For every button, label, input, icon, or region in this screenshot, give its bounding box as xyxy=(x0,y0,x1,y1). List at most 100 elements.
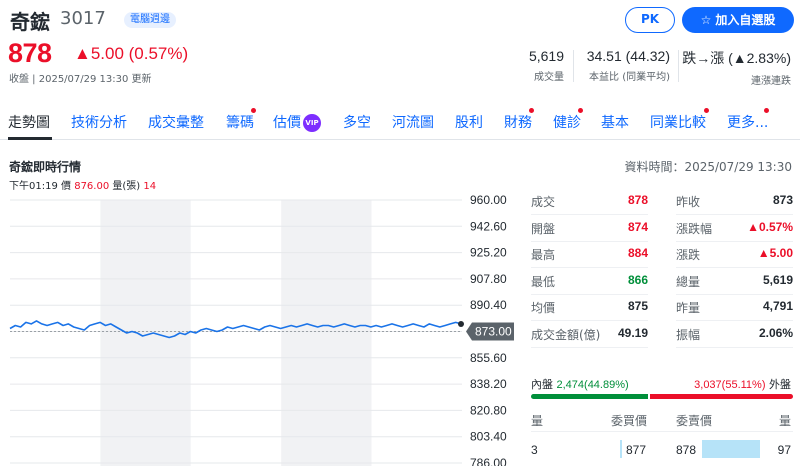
tab-more[interactable]: 更多... xyxy=(727,112,768,132)
section-title: 奇鋐即時行情 xyxy=(9,160,82,174)
outer-volume-bar xyxy=(650,394,793,399)
tab-valuation-label: 估價 xyxy=(273,115,301,131)
tab-peer-compare[interactable]: 同業比較 xyxy=(650,112,706,132)
chart-y-tick-label: 925.20 xyxy=(470,246,507,260)
quote-row-divider xyxy=(676,347,793,348)
quote-value: 884 xyxy=(627,246,648,261)
stat-divider xyxy=(573,50,574,82)
tab-chips[interactable]: 籌碼 xyxy=(226,112,254,132)
tab-chart[interactable]: 走勢圖 xyxy=(8,112,50,132)
quote-value: 874 xyxy=(627,219,648,234)
ob-bid-vol: 3 xyxy=(531,443,538,457)
star-icon: ☆ xyxy=(700,13,712,27)
ask-volume-bar xyxy=(702,440,760,458)
quote-row-divider xyxy=(676,293,793,295)
quote-label: 最低 xyxy=(531,274,556,289)
quote-row-divider xyxy=(676,240,793,242)
ob-header-ask-vol: 量 xyxy=(778,414,791,428)
quote-row-divider xyxy=(531,320,648,322)
chart-y-tick-label: 838.20 xyxy=(470,377,507,391)
quote-value: 4,791 xyxy=(762,299,793,314)
chart-session-band xyxy=(281,200,372,466)
quote-value: ▲5.00 xyxy=(757,246,793,261)
tab-dividend[interactable]: 股利 xyxy=(455,112,483,132)
quote-row-divider xyxy=(531,267,648,269)
quote-value: 875 xyxy=(627,299,648,314)
add-watchlist-label: 加入自選股 xyxy=(715,13,776,27)
stat-volume-value: 5,619 xyxy=(528,48,564,64)
chart-session-band xyxy=(190,200,282,466)
chart-y-tick-label: 942.60 xyxy=(470,219,507,233)
ob-ask-vol: 97 xyxy=(777,443,791,457)
outer-volume-label: 外盤 xyxy=(769,378,791,391)
vip-badge: VIP xyxy=(303,114,321,132)
chart-y-tick-label: 907.80 xyxy=(470,272,507,286)
quote-row-divider xyxy=(531,293,648,295)
quote-value: 2.06% xyxy=(758,326,793,340)
quote-label: 均價 xyxy=(531,301,556,316)
ob-divider xyxy=(531,431,793,432)
stock-code: 3017 xyxy=(60,8,106,29)
ob-header-ask-price: 委賣價 xyxy=(676,414,713,428)
chart-y-tick-label: 803.40 xyxy=(470,430,507,444)
outer-volume: 3,037(55.11%) 外盤 xyxy=(694,376,791,392)
industry-badge[interactable]: 電腦週邊 xyxy=(124,12,176,28)
intraday-chart[interactable]: 960.00 942.60 925.20 907.80 890.40 855.60 838.… xyxy=(0,190,522,466)
stat-pe-value: 34.51 (44.32) xyxy=(586,48,670,64)
tab-bar: 走勢圖 技術分析 成交彙整 籌碼 估價 VIP 多空 河流圖 股利 財務 健診 基… xyxy=(0,104,800,140)
quote-label: 開盤 xyxy=(531,221,556,236)
stat-pe-label: 本益比 (同業平均) xyxy=(589,72,670,83)
chart-session-band xyxy=(100,200,191,466)
quote-value: 5,619 xyxy=(762,272,793,287)
chart-y-tick-label: 786.00 xyxy=(470,456,507,466)
stat-streak: 跌→漲 (▲2.83%) 連漲連跌 xyxy=(682,48,791,87)
tab-river[interactable]: 河流圖 xyxy=(392,112,434,132)
quote-value: 49.19 xyxy=(617,326,648,340)
tab-valuation[interactable]: 估價 VIP xyxy=(273,112,321,132)
quote-label: 成交 xyxy=(531,195,556,209)
stat-pe: 34.51 (44.32) 本益比 (同業平均) xyxy=(587,48,670,83)
new-dot-icon xyxy=(578,108,583,113)
stat-divider xyxy=(678,50,679,82)
chart-session-band xyxy=(10,200,101,466)
stat-streak-value: 跌→漲 (▲2.83%) xyxy=(682,50,791,66)
chart-y-tick-label: 855.60 xyxy=(470,351,507,365)
chart-last-point xyxy=(458,320,464,327)
quote-label: 最高 xyxy=(531,248,556,263)
chart-y-tick-label: 890.40 xyxy=(470,298,507,312)
new-dot-icon xyxy=(704,108,709,113)
inner-volume-bar xyxy=(531,394,648,399)
quote-label: 昨量 xyxy=(676,301,701,316)
inner-volume: 內盤 2,474(44.89%) xyxy=(531,376,629,392)
current-price: 878 xyxy=(8,38,52,68)
active-tab-indicator xyxy=(8,137,52,140)
stat-volume-label: 成交量 xyxy=(534,72,564,83)
stock-name: 奇鋐 xyxy=(10,10,50,34)
stat-streak-label: 連漲連跌 xyxy=(751,76,791,87)
quote-label: 振幅 xyxy=(676,328,701,342)
quote-row-divider xyxy=(531,214,648,215)
pk-button[interactable]: PK xyxy=(625,7,675,33)
chart-session-band xyxy=(371,200,462,466)
quote-row-divider xyxy=(531,240,648,242)
quote-row-divider xyxy=(676,267,793,269)
new-dot-icon xyxy=(764,108,769,113)
quote-value: 873 xyxy=(772,193,793,207)
tab-diagnosis[interactable]: 健診 xyxy=(553,112,581,132)
ob-bid-price: 877 xyxy=(626,443,647,457)
add-watchlist-button[interactable]: ☆ 加入自選股 xyxy=(682,7,794,33)
quote-label: 總量 xyxy=(676,274,701,289)
bid-volume-bar xyxy=(620,440,622,458)
quote-value: ▲0.57% xyxy=(747,219,793,234)
price-change: ▲5.00 (0.57%) xyxy=(74,44,189,63)
tab-bull-bear[interactable]: 多空 xyxy=(343,112,371,132)
new-dot-icon xyxy=(251,108,256,113)
tab-financials[interactable]: 財務 xyxy=(504,112,532,132)
tab-technical[interactable]: 技術分析 xyxy=(71,112,127,132)
tab-trades[interactable]: 成交彙整 xyxy=(148,112,204,132)
quote-label: 昨收 xyxy=(676,195,701,209)
tab-basic[interactable]: 基本 xyxy=(601,112,629,132)
ob-header-bid-vol: 量 xyxy=(531,414,544,428)
quote-label: 漲跌幅 xyxy=(676,221,713,236)
update-status: 收盤 | 2025/07/29 13:30 更新 xyxy=(9,74,152,85)
